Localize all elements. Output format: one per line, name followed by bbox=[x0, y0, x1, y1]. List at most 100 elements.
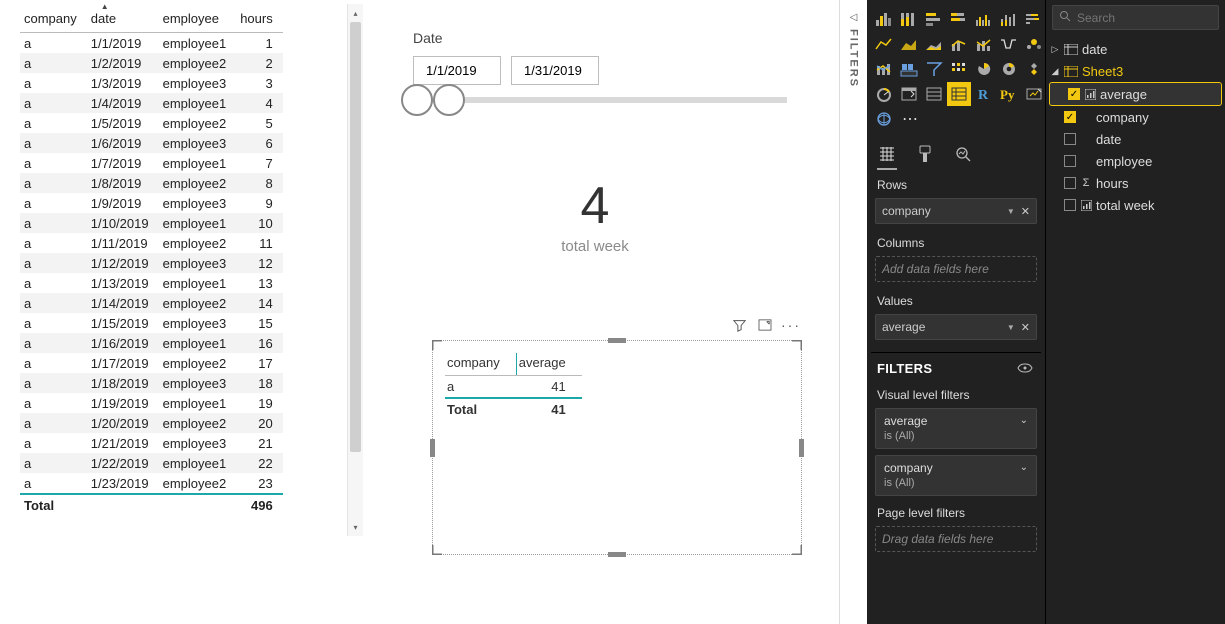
expand-filters-icon[interactable]: ◁ bbox=[850, 12, 858, 23]
fields-table-Sheet3[interactable]: ◢ Sheet3 bbox=[1046, 60, 1225, 82]
table-row[interactable]: a1/11/2019employee211 bbox=[20, 233, 283, 253]
table-row[interactable]: a1/5/2019employee25 bbox=[20, 113, 283, 133]
viz-type-icon[interactable] bbox=[1023, 58, 1045, 80]
resize-edge-top[interactable] bbox=[608, 338, 626, 343]
viz-type-icon[interactable] bbox=[898, 8, 920, 30]
columns-well[interactable]: Add data fields here bbox=[875, 256, 1037, 282]
viz-type-icon[interactable] bbox=[898, 33, 920, 55]
table-row[interactable]: a1/8/2019employee28 bbox=[20, 173, 283, 193]
collapse-icon[interactable]: ◢ bbox=[1050, 66, 1060, 77]
table-row[interactable]: a1/3/2019employee33 bbox=[20, 73, 283, 93]
left-table-visual[interactable]: company date ▲ employee hours a1/1/2019e… bbox=[0, 0, 363, 624]
date-slider[interactable] bbox=[417, 97, 787, 103]
date-slicer[interactable]: Date bbox=[413, 30, 809, 103]
viz-type-icon[interactable] bbox=[1023, 83, 1045, 105]
fields-tab-icon[interactable] bbox=[877, 144, 897, 164]
viz-type-icon[interactable] bbox=[973, 33, 995, 55]
table-row[interactable]: a1/21/2019employee321 bbox=[20, 433, 283, 453]
resize-corner-tl[interactable] bbox=[432, 340, 442, 350]
viz-type-icon[interactable]: R bbox=[973, 83, 995, 105]
col-company[interactable]: company bbox=[20, 7, 87, 33]
viz-type-icon[interactable] bbox=[973, 8, 995, 30]
table-row[interactable]: a1/17/2019employee217 bbox=[20, 353, 283, 373]
fields-search[interactable] bbox=[1052, 5, 1219, 30]
col-date[interactable]: date ▲ bbox=[87, 7, 159, 33]
date-to-input[interactable] bbox=[511, 56, 599, 85]
col-hours[interactable]: hours bbox=[236, 7, 283, 33]
field-checkbox[interactable] bbox=[1064, 155, 1076, 167]
expand-filter-icon[interactable]: ⌄ bbox=[1020, 415, 1028, 426]
table-row[interactable]: a1/16/2019employee116 bbox=[20, 333, 283, 353]
field-checkbox[interactable]: ✓ bbox=[1068, 88, 1080, 100]
viz-type-icon[interactable] bbox=[948, 83, 970, 105]
viz-type-icon[interactable] bbox=[1023, 8, 1045, 30]
field-checkbox[interactable] bbox=[1064, 199, 1076, 211]
table-row[interactable]: a1/22/2019employee122 bbox=[20, 453, 283, 473]
resize-edge-bottom[interactable] bbox=[608, 552, 626, 557]
matrix-visual[interactable]: ··· company average a 41 bbox=[432, 340, 802, 555]
table-row[interactable]: a1/19/2019employee119 bbox=[20, 393, 283, 413]
remove-field-icon[interactable]: ✕ bbox=[1021, 205, 1030, 218]
focus-mode-icon[interactable] bbox=[757, 317, 773, 333]
viz-type-icon[interactable] bbox=[973, 58, 995, 80]
field-company[interactable]: ✓ company bbox=[1046, 106, 1225, 128]
page-filters-well[interactable]: Drag data fields here bbox=[875, 526, 1037, 552]
viz-type-icon[interactable] bbox=[898, 58, 920, 80]
col-employee[interactable]: employee bbox=[159, 7, 237, 33]
viz-type-icon[interactable] bbox=[1023, 33, 1045, 55]
viz-type-icon[interactable] bbox=[948, 58, 970, 80]
table-row[interactable]: a1/18/2019employee318 bbox=[20, 373, 283, 393]
viz-type-icon[interactable] bbox=[948, 33, 970, 55]
table-row[interactable]: a1/7/2019employee17 bbox=[20, 153, 283, 173]
field-checkbox[interactable]: ✓ bbox=[1064, 111, 1076, 123]
viz-type-icon[interactable] bbox=[923, 33, 945, 55]
viz-type-icon[interactable]: Py bbox=[998, 83, 1020, 105]
analytics-tab-icon[interactable] bbox=[953, 144, 973, 164]
resize-edge-right[interactable] bbox=[799, 439, 804, 457]
format-tab-icon[interactable] bbox=[915, 144, 935, 164]
table-row[interactable]: a1/23/2019employee223 bbox=[20, 473, 283, 494]
viz-type-icon[interactable] bbox=[923, 8, 945, 30]
resize-corner-br[interactable] bbox=[792, 545, 802, 555]
viz-type-icon[interactable] bbox=[873, 58, 895, 80]
expand-filter-icon[interactable]: ⌄ bbox=[1020, 462, 1028, 473]
chevron-down-icon[interactable]: ▼ bbox=[1007, 323, 1015, 332]
search-input[interactable] bbox=[1077, 11, 1225, 25]
scroll-down-icon[interactable]: ▾ bbox=[348, 518, 363, 536]
viz-type-icon[interactable] bbox=[998, 33, 1020, 55]
field-checkbox[interactable] bbox=[1064, 177, 1076, 189]
resize-corner-bl[interactable] bbox=[432, 545, 442, 555]
viz-type-icon[interactable] bbox=[998, 8, 1020, 30]
field-checkbox[interactable] bbox=[1064, 133, 1076, 145]
card-visual[interactable]: 4 total week bbox=[410, 180, 780, 255]
view-filters-icon[interactable] bbox=[1017, 361, 1033, 376]
table-row[interactable]: a1/10/2019employee110 bbox=[20, 213, 283, 233]
viz-type-icon[interactable]: ⋯ bbox=[898, 108, 920, 130]
viz-type-icon[interactable] bbox=[948, 8, 970, 30]
date-from-input[interactable] bbox=[413, 56, 501, 85]
slider-handle-left[interactable] bbox=[401, 84, 433, 116]
rows-well[interactable]: company ▼ ✕ bbox=[875, 198, 1037, 224]
matrix-col-company[interactable]: company bbox=[445, 353, 516, 376]
values-well[interactable]: average ▼ ✕ bbox=[875, 314, 1037, 340]
more-options-icon[interactable]: ··· bbox=[783, 317, 799, 333]
table-row[interactable]: a1/13/2019employee113 bbox=[20, 273, 283, 293]
field-total-week[interactable]: total week bbox=[1046, 194, 1225, 216]
table-row[interactable]: a1/4/2019employee14 bbox=[20, 93, 283, 113]
expand-icon[interactable]: ▷ bbox=[1050, 44, 1060, 55]
resize-corner-tr[interactable] bbox=[792, 340, 802, 350]
resize-edge-left[interactable] bbox=[430, 439, 435, 457]
table-row[interactable]: a1/2/2019employee22 bbox=[20, 53, 283, 73]
table-row[interactable]: a1/6/2019employee36 bbox=[20, 133, 283, 153]
matrix-col-average[interactable]: average bbox=[516, 353, 581, 376]
table-row[interactable]: a1/12/2019employee312 bbox=[20, 253, 283, 273]
filter-icon[interactable] bbox=[731, 317, 747, 333]
viz-type-icon[interactable] bbox=[873, 33, 895, 55]
viz-type-icon[interactable] bbox=[923, 83, 945, 105]
viz-type-icon[interactable] bbox=[923, 58, 945, 80]
scroll-up-icon[interactable]: ▴ bbox=[348, 4, 363, 22]
remove-field-icon[interactable]: ✕ bbox=[1021, 321, 1030, 334]
table-row[interactable]: a1/9/2019employee39 bbox=[20, 193, 283, 213]
table-row[interactable]: a1/15/2019employee315 bbox=[20, 313, 283, 333]
slider-handle-right[interactable] bbox=[433, 84, 465, 116]
